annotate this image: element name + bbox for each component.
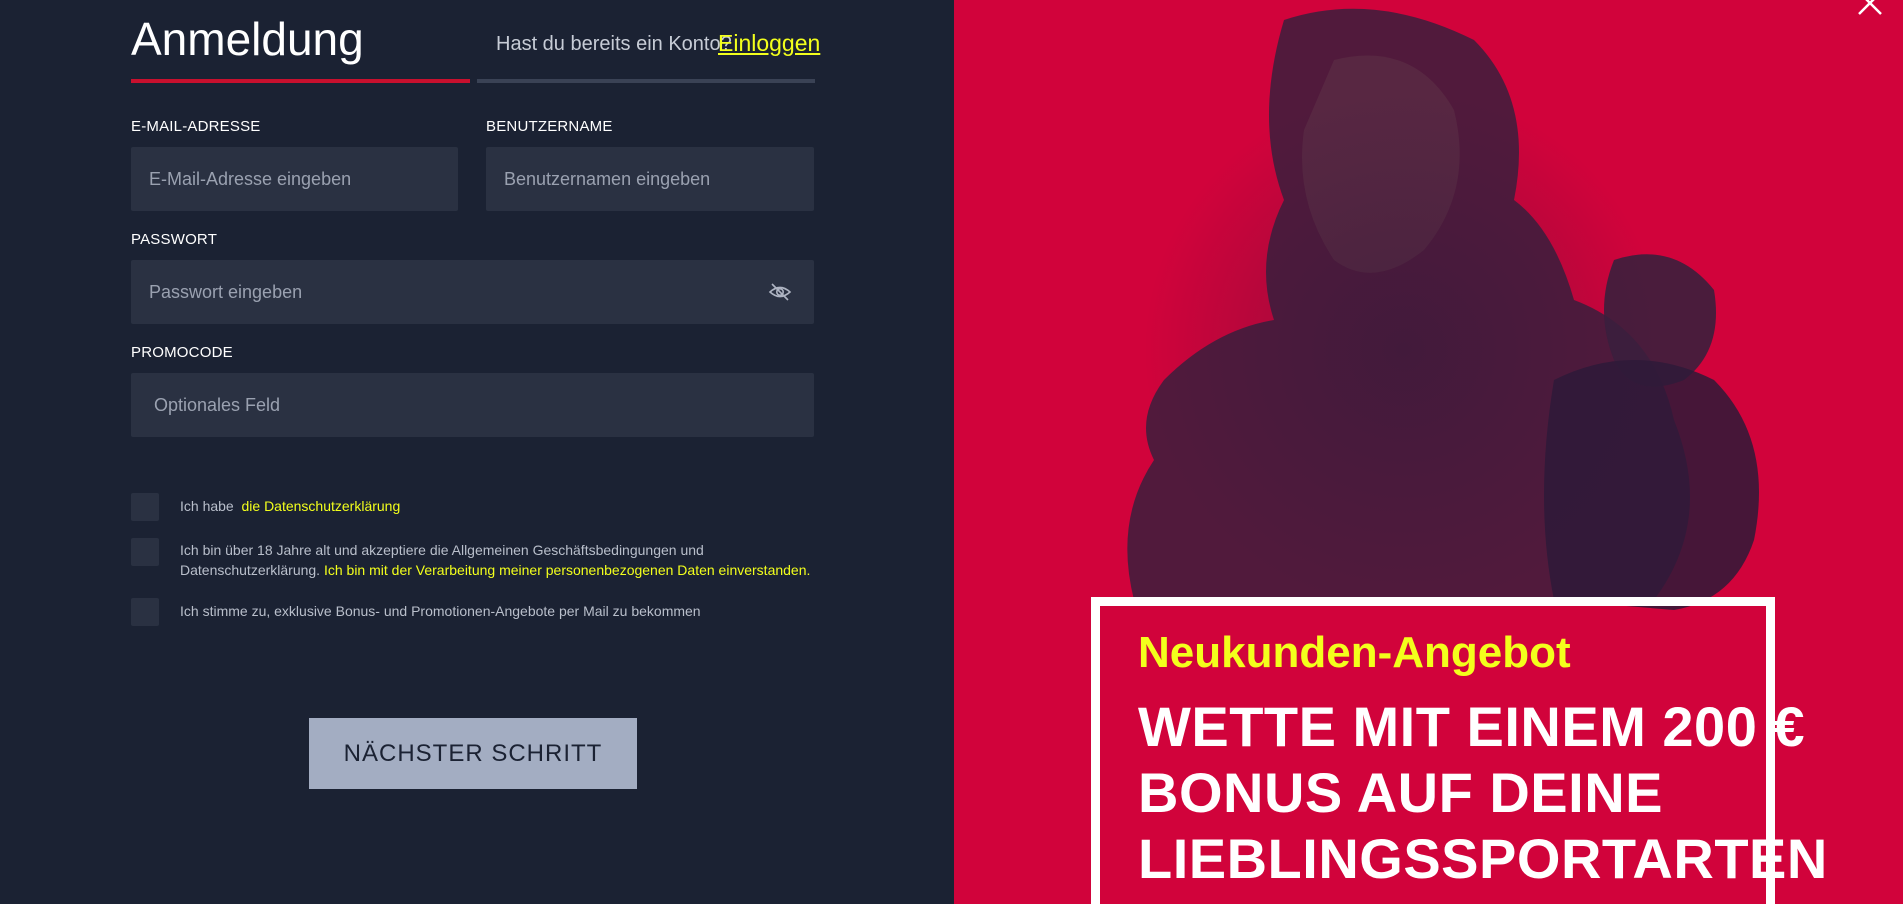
has-account-text: Hast du bereits ein Konto? xyxy=(496,33,732,55)
privacy-consent-label: Ich habe xyxy=(180,498,234,514)
login-link[interactable]: Einloggen xyxy=(718,30,820,57)
promo-headline: WETTE MIT EINEM 200 € BONUS AUF DEINE LI… xyxy=(1138,694,1828,892)
marketing-checkbox[interactable] xyxy=(131,598,159,626)
page-title: Anmeldung xyxy=(131,13,364,65)
promo-subtitle: Neukunden-Angebot xyxy=(1138,628,1571,677)
next-step-button[interactable]: NÄCHSTER SCHRITT xyxy=(309,718,637,789)
age-terms-line2: Datenschutzerklärung. Ich bin mit der Ve… xyxy=(180,560,810,580)
registration-panel: Anmeldung Hast du bereits ein Konto? Ein… xyxy=(0,0,954,904)
eye-slash-icon[interactable] xyxy=(768,282,792,302)
age-terms-line1: Ich bin über 18 Jahre alt und akzeptiere… xyxy=(180,542,704,558)
marketing-consent-text: Ich stimme zu, exklusive Bonus- und Prom… xyxy=(180,603,701,619)
tab-indicator-inactive xyxy=(477,79,815,83)
username-field[interactable] xyxy=(486,147,814,211)
privacy-consent-text: Ich habe die Datenschutzerklärung xyxy=(180,496,400,516)
tab-indicator-active xyxy=(131,79,470,83)
privacy-policy-link[interactable]: die Datenschutzerklärung xyxy=(242,498,401,514)
email-label: E-MAIL-ADRESSE xyxy=(131,118,261,135)
email-field-wrapper xyxy=(131,147,458,211)
email-field[interactable] xyxy=(131,147,458,211)
age-terms-line2-text: Datenschutzerklärung. xyxy=(180,562,321,578)
age-terms-checkbox[interactable] xyxy=(131,538,159,566)
promo-line-2: BONUS AUF DEINE xyxy=(1138,761,1664,824)
password-field[interactable] xyxy=(131,260,814,324)
promocode-field[interactable] xyxy=(131,373,814,437)
username-field-wrapper xyxy=(486,147,814,211)
age-terms-text: Ich bin über 18 Jahre alt und akzeptiere… xyxy=(180,540,810,580)
promocode-label: PROMOCODE xyxy=(131,344,233,361)
promo-banner: Neukunden-Angebot WETTE MIT EINEM 200 € … xyxy=(954,0,1903,904)
close-icon[interactable] xyxy=(1855,0,1885,18)
promocode-field-wrapper xyxy=(131,373,814,437)
privacy-checkbox[interactable] xyxy=(131,493,159,521)
promo-line-1: WETTE MIT EINEM 200 € xyxy=(1138,695,1806,758)
password-field-wrapper xyxy=(131,260,814,324)
data-processing-link[interactable]: Ich bin mit der Verarbeitung meiner pers… xyxy=(324,562,810,578)
password-label: PASSWORT xyxy=(131,231,218,248)
promo-line-3: LIEBLINGSSPORTARTEN xyxy=(1138,827,1828,890)
username-label: BENUTZERNAME xyxy=(486,118,613,135)
